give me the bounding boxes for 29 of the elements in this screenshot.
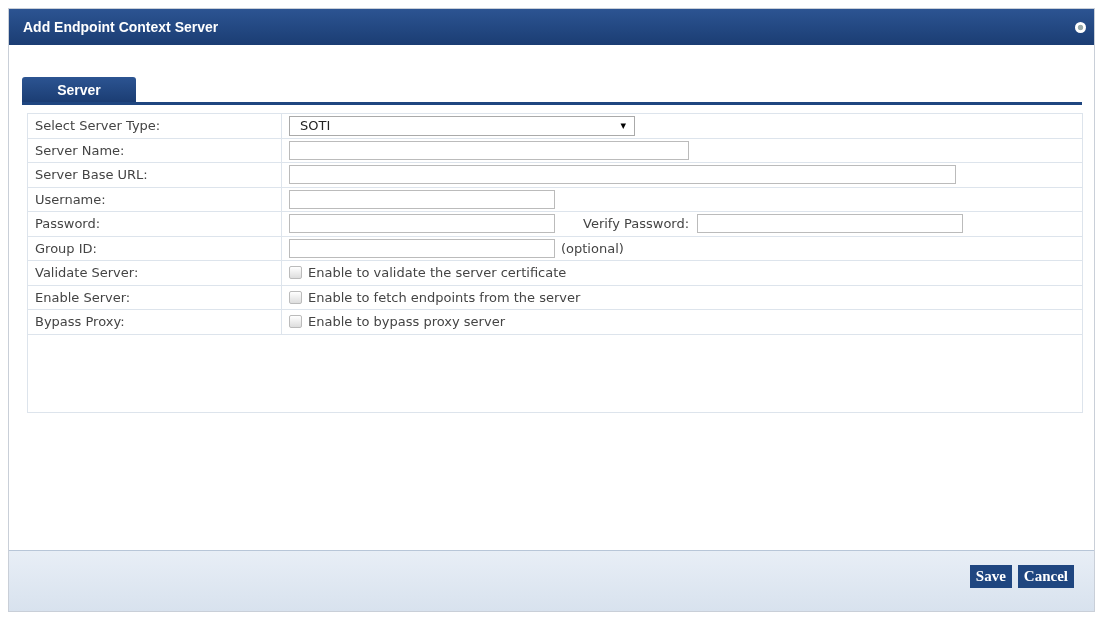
password-field[interactable]: [289, 214, 555, 234]
checkbox-label: Enable to fetch endpoints from the server: [308, 289, 581, 305]
checkbox-label: Enable to bypass proxy server: [308, 314, 505, 330]
checkbox-label: Enable to validate the server certificate: [308, 265, 567, 281]
field-label: Select Server Type:: [35, 118, 161, 134]
checkbox[interactable]: [289, 266, 302, 280]
field-label: Verify Password:: [583, 216, 690, 232]
field-label: Bypass Proxy:: [35, 314, 125, 330]
field-label: Enable Server:: [35, 289, 131, 305]
checkbox[interactable]: [289, 315, 302, 329]
field-label: Server Base URL:: [35, 167, 148, 183]
window-title: Add Endpoint Context Server: [23, 19, 219, 35]
server-type-dropdown[interactable]: SOTI ▾: [289, 115, 635, 136]
field-label: Password:: [35, 216, 101, 232]
input-field[interactable]: [289, 238, 555, 258]
tab[interactable]: Server: [22, 77, 136, 102]
optional-note: (optional): [561, 240, 624, 256]
dialog-button[interactable]: Save: [969, 564, 1012, 588]
verify-password-field[interactable]: [697, 214, 964, 234]
field-label: Validate Server:: [35, 265, 139, 281]
input-field[interactable]: [289, 165, 956, 185]
checkbox[interactable]: [289, 290, 302, 304]
input-field[interactable]: [289, 140, 689, 160]
dialog-button[interactable]: Cancel: [1017, 564, 1074, 588]
field-label: Group ID:: [35, 240, 97, 256]
close-icon[interactable]: [1075, 21, 1086, 33]
field-label: Username:: [35, 191, 106, 207]
input-field[interactable]: [289, 189, 555, 209]
field-label: Server Name:: [35, 142, 125, 158]
